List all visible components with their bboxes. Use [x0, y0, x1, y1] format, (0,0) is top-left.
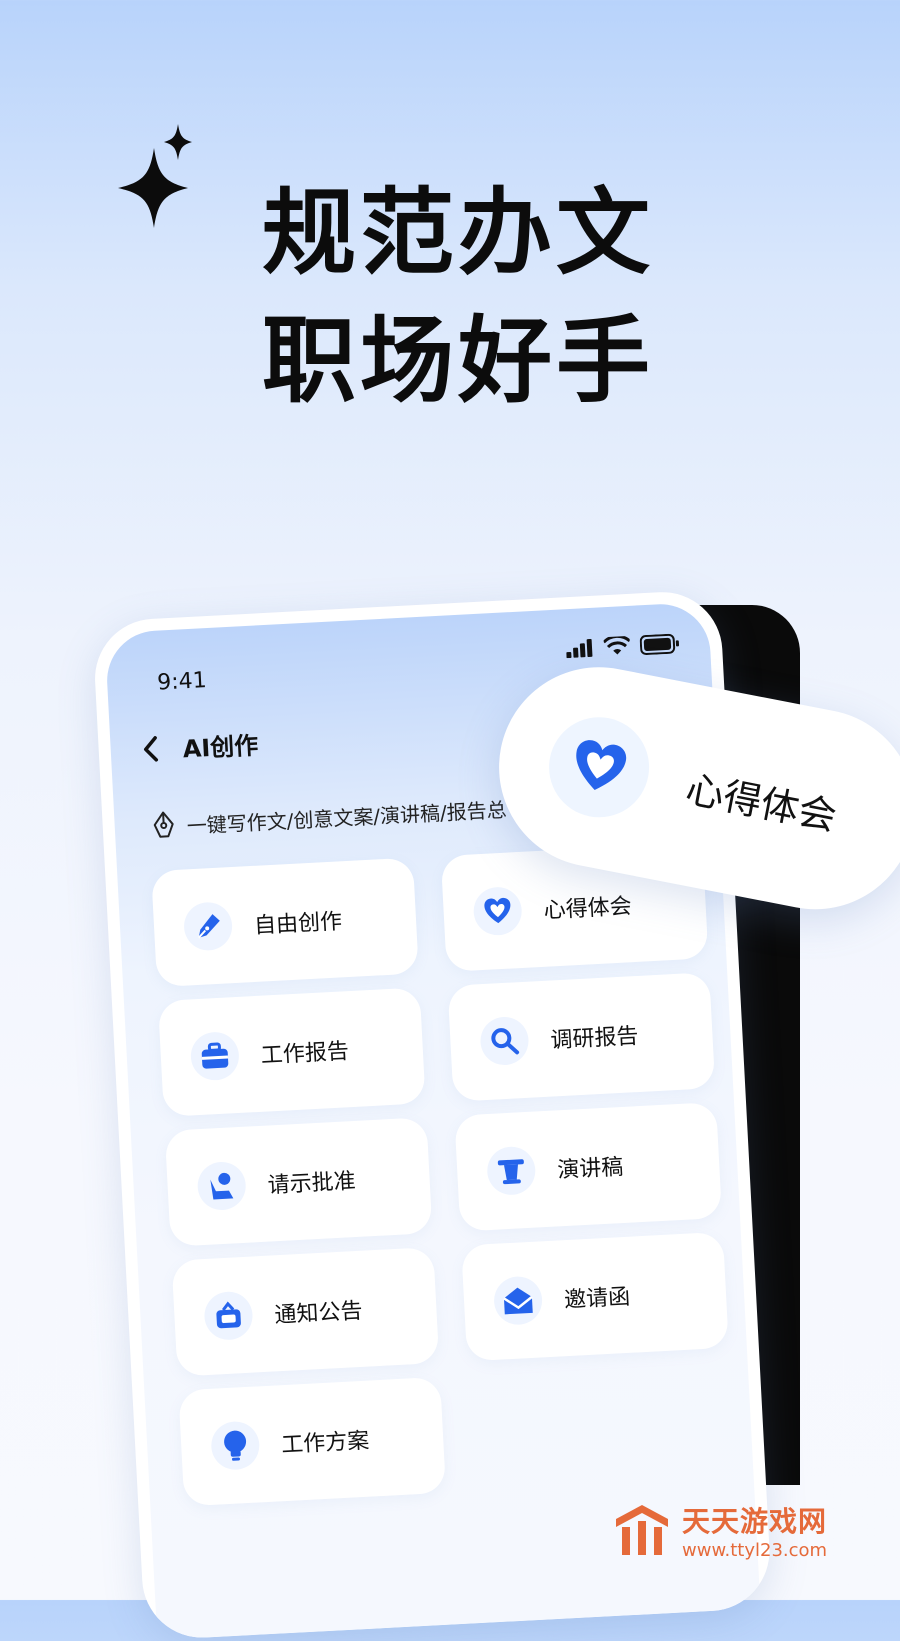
lightbulb-icon: [210, 1420, 261, 1471]
heart-icon: [472, 885, 523, 937]
card-label: 通知公告: [273, 1298, 364, 1329]
page-title: AI创作: [182, 731, 259, 764]
pen-icon: [182, 901, 234, 952]
card-label: 邀请函: [563, 1284, 631, 1314]
card-label: 调研报告: [549, 1023, 640, 1054]
card-request-approval[interactable]: 请示批准: [164, 1117, 433, 1247]
notice-board-icon: [203, 1290, 254, 1342]
chevron-left-icon[interactable]: [140, 733, 162, 764]
watermark-url: www.ttyl23.com: [682, 1540, 828, 1561]
person-icon: [196, 1160, 247, 1212]
signal-icon: [566, 638, 593, 659]
card-work-plan[interactable]: 工作方案: [178, 1376, 447, 1507]
card-work-report[interactable]: 工作报告: [157, 987, 426, 1117]
status-icons: [566, 633, 681, 659]
card-research-report[interactable]: 调研报告: [447, 972, 716, 1102]
headline-line-2: 职场好手: [262, 307, 655, 416]
heart-icon: [540, 708, 658, 826]
card-label: 请示批准: [267, 1168, 357, 1199]
watermark: 天天游戏网 www.ttyl23.com: [612, 1500, 827, 1561]
watermark-text: 天天游戏网 www.ttyl23.com: [682, 1500, 827, 1561]
card-label: 演讲稿: [556, 1154, 624, 1184]
sparkle-icon: [118, 124, 192, 228]
card-label: 工作方案: [280, 1428, 370, 1459]
watermark-logo-icon: [616, 1504, 668, 1555]
battery-icon: [639, 633, 680, 656]
nav-bar: AI创作: [140, 725, 259, 766]
card-label: 工作报告: [260, 1039, 350, 1069]
card-label: 自由创作: [253, 909, 343, 939]
headline: 规范办文 职场好手: [262, 170, 654, 426]
status-time: 9:41: [156, 668, 208, 696]
watermark-title: 天天游戏网: [682, 1505, 828, 1538]
headline-line-1: 规范办文: [262, 179, 655, 288]
card-notice[interactable]: 通知公告: [171, 1247, 440, 1377]
subtitle-text: 一键写作文/创意文案/演讲稿/报告总: [186, 797, 508, 838]
podium-icon: [486, 1145, 537, 1197]
card-invitation[interactable]: 邀请函: [461, 1231, 729, 1362]
floating-card-label: 心得体会: [682, 766, 841, 839]
pen-nib-icon: [153, 811, 174, 838]
card-speech[interactable]: 演讲稿: [454, 1102, 723, 1232]
search-icon: [479, 1015, 530, 1067]
subtitle-row: 一键写作文/创意文案/演讲稿/报告总: [150, 793, 507, 842]
envelope-icon: [492, 1275, 544, 1326]
card-label: 心得体会: [543, 894, 633, 924]
briefcase-icon: [189, 1030, 241, 1082]
card-free-writing[interactable]: 自由创作: [151, 857, 419, 988]
wifi-icon: [603, 635, 631, 655]
